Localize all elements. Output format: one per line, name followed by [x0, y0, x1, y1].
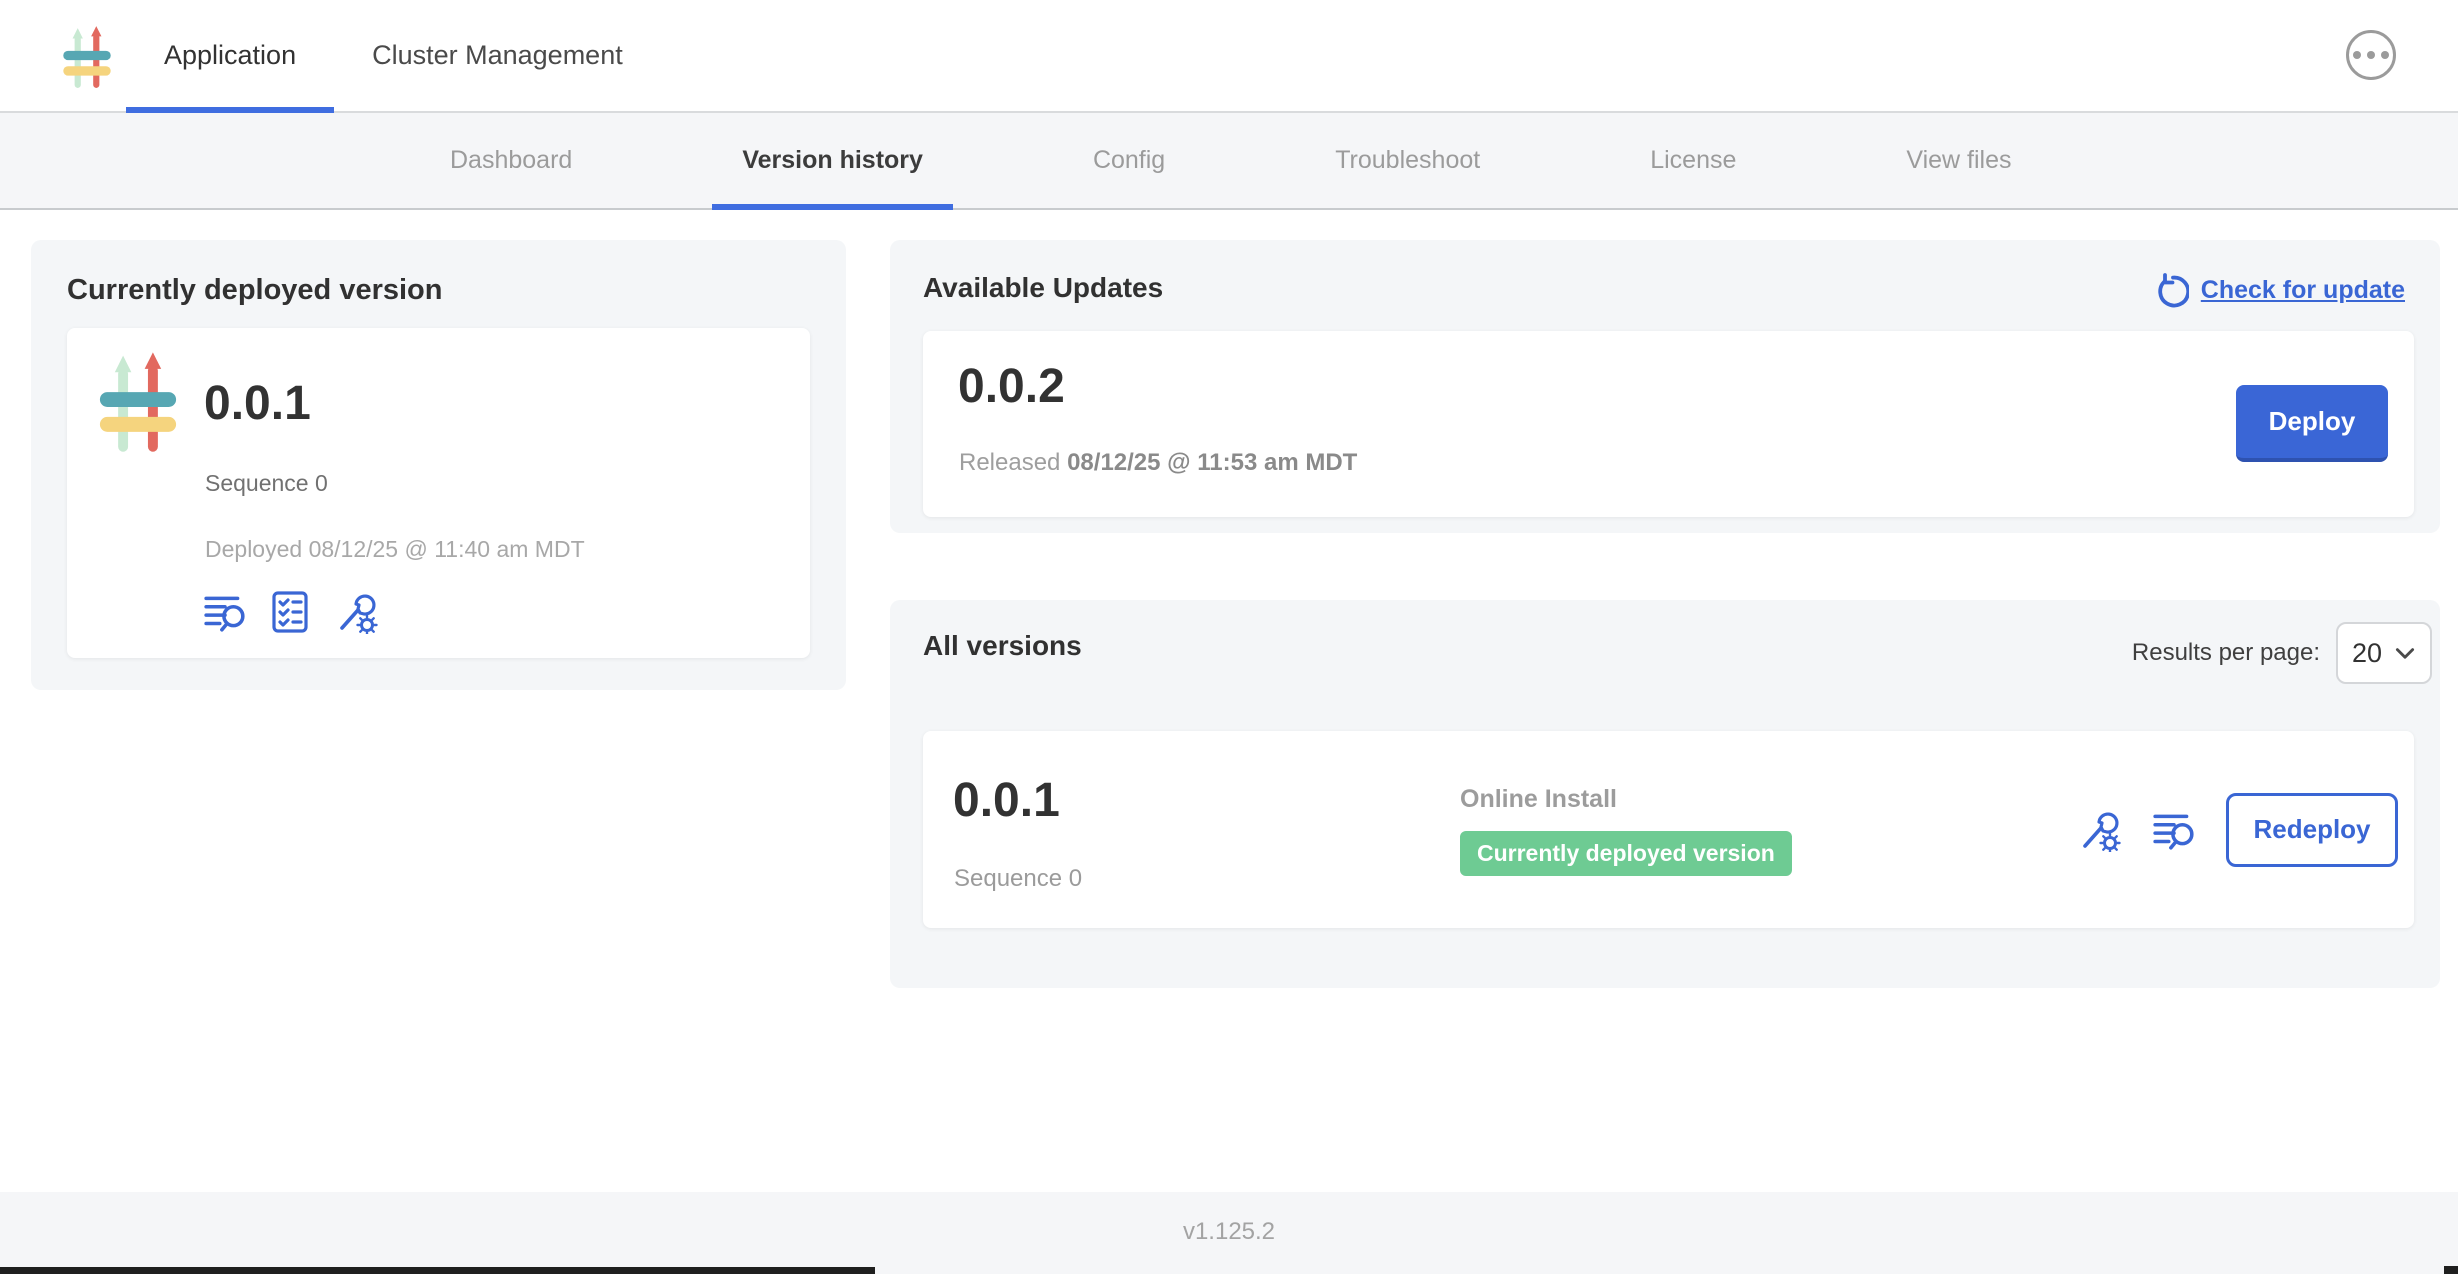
- install-type-label: Online Install: [1460, 785, 1617, 814]
- app-header: Application Cluster Management: [0, 0, 2458, 113]
- currently-deployed-badge: Currently deployed version: [1460, 831, 1792, 876]
- version-row-actions: Redeploy: [2078, 731, 2398, 928]
- released-label: Released: [959, 449, 1060, 476]
- refresh-icon: [2155, 272, 2189, 308]
- results-per-page-label: Results per page:: [2132, 639, 2320, 667]
- config-wrench-icon[interactable]: [335, 590, 379, 634]
- deployed-version-panel: 0.0.1 Sequence 0 Deployed 08/12/25 @ 11:…: [67, 328, 810, 658]
- chevron-down-icon: [2394, 642, 2416, 664]
- release-notes-search-icon[interactable]: [2152, 808, 2196, 852]
- ellipsis-dot: [2353, 51, 2361, 59]
- ellipsis-dot: [2367, 51, 2375, 59]
- subnav-tab-label: Config: [1093, 146, 1165, 175]
- update-version-number: 0.0.2: [958, 359, 1065, 414]
- app-footer: v1.125.2: [0, 1192, 2458, 1274]
- update-row: 0.0.2 Released 08/12/25 @ 11:53 am MDT D…: [923, 331, 2414, 517]
- app-logo-icon: [90, 349, 186, 455]
- release-notes-search-icon[interactable]: [203, 590, 247, 634]
- app-subnav: Dashboard Version history Config Trouble…: [0, 113, 2458, 210]
- subnav-tab-view-files[interactable]: View files: [1906, 113, 2011, 208]
- tab-cluster-management[interactable]: Cluster Management: [334, 0, 661, 111]
- deployed-version-number: 0.0.1: [204, 376, 311, 431]
- tab-cluster-management-label: Cluster Management: [372, 40, 623, 71]
- subnav-tab-config[interactable]: Config: [1093, 113, 1165, 208]
- check-for-update-link[interactable]: Check for update: [2155, 272, 2405, 308]
- update-released-timestamp: Released 08/12/25 @ 11:53 am MDT: [959, 449, 1357, 477]
- row-version-number: 0.0.1: [953, 773, 1060, 828]
- subnav-tab-label: View files: [1906, 146, 2011, 175]
- subnav-tab-dashboard[interactable]: Dashboard: [450, 113, 572, 208]
- config-wrench-icon[interactable]: [2078, 808, 2122, 852]
- subnav-tab-label: Version history: [742, 146, 923, 175]
- screen-edge-artifact: [0, 1267, 875, 1274]
- deployed-timestamp: Deployed 08/12/25 @ 11:40 am MDT: [205, 536, 585, 563]
- ellipsis-dot: [2381, 51, 2389, 59]
- preflight-checklist-icon[interactable]: [269, 590, 313, 634]
- subnav-tab-troubleshoot[interactable]: Troubleshoot: [1335, 113, 1480, 208]
- subnav-tab-version-history[interactable]: Version history: [742, 113, 923, 208]
- console-version-label: v1.125.2: [1183, 1218, 1275, 1246]
- deploy-button[interactable]: Deploy: [2236, 385, 2388, 462]
- check-for-update-label: Check for update: [2201, 276, 2405, 305]
- deployed-sequence: Sequence 0: [205, 470, 328, 497]
- released-date: 08/12/25 @ 11:53 am MDT: [1067, 449, 1357, 476]
- deployed-card-title: Currently deployed version: [67, 274, 443, 307]
- results-per-page-control: Results per page: 20: [2132, 622, 2432, 684]
- subnav-tab-label: Dashboard: [450, 146, 572, 175]
- available-updates-card: Available Updates Check for update 0.0.2…: [890, 240, 2440, 533]
- versions-card-title: All versions: [923, 630, 1082, 662]
- all-versions-card: All versions Results per page: 20 0.0.1 …: [890, 600, 2440, 988]
- redeploy-button[interactable]: Redeploy: [2226, 793, 2398, 867]
- currently-deployed-card: Currently deployed version 0.0.1 Sequenc…: [31, 240, 846, 690]
- tab-application-label: Application: [164, 40, 296, 71]
- subnav-tab-label: License: [1650, 146, 1736, 175]
- results-per-page-select[interactable]: 20: [2336, 622, 2432, 684]
- row-sequence: Sequence 0: [954, 865, 1082, 893]
- subnav-tab-license[interactable]: License: [1650, 113, 1736, 208]
- header-tabs: Application Cluster Management: [126, 0, 661, 111]
- deployed-version-actions: [203, 590, 379, 634]
- app-logo-icon: [58, 24, 116, 90]
- subnav-tab-label: Troubleshoot: [1335, 146, 1480, 175]
- results-per-page-value: 20: [2352, 638, 2382, 669]
- updates-card-title: Available Updates: [923, 272, 1163, 304]
- tab-application[interactable]: Application: [126, 0, 334, 111]
- overflow-menu-button[interactable]: [2346, 30, 2396, 80]
- version-row: 0.0.1 Sequence 0 Online Install Currentl…: [923, 731, 2414, 928]
- screen-edge-artifact: [2444, 1266, 2458, 1274]
